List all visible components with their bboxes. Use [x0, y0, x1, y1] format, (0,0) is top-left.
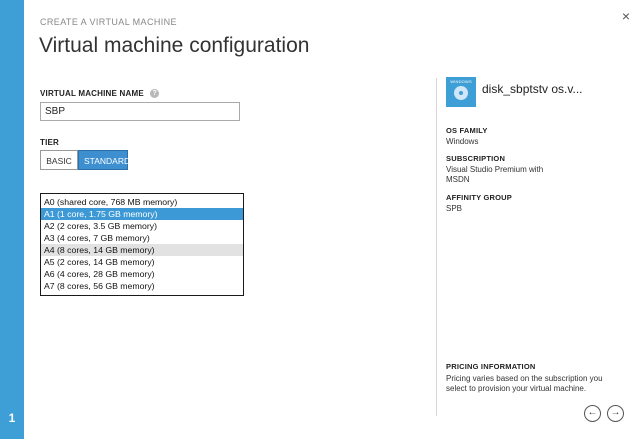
os-family-value: Windows	[446, 137, 479, 146]
vm-name-label-text: VIRTUAL MACHINE NAME	[40, 89, 144, 98]
help-icon[interactable]: ?	[150, 89, 160, 99]
disc-hole	[459, 91, 463, 95]
affinity-group-label: AFFINITY GROUP	[446, 193, 512, 202]
back-arrow-icon[interactable]: ←	[584, 405, 601, 422]
tier-basic-button[interactable]: BASIC	[40, 150, 78, 170]
step-number: 1	[8, 411, 16, 425]
panel-divider	[436, 78, 437, 416]
disk-name: disk_sbptstv os.v...	[482, 82, 583, 96]
vm-name-label: VIRTUAL MACHINE NAME ?	[40, 89, 160, 99]
page-title: Virtual machine configuration	[39, 34, 310, 57]
tier-toggle: BASIC STANDARD	[40, 150, 130, 170]
size-option-a5[interactable]: A5 (2 cores, 14 GB memory)	[41, 256, 243, 268]
size-option-a7[interactable]: A7 (8 cores, 56 GB memory)	[41, 280, 243, 292]
subscription-value: Visual Studio Premium with MSDN	[446, 165, 544, 184]
tier-label: TIER	[40, 138, 60, 147]
size-option-a4[interactable]: A4 (8 cores, 14 GB memory)	[41, 244, 243, 256]
size-option-a3[interactable]: A3 (4 cores, 7 GB memory)	[41, 232, 243, 244]
vm-name-input[interactable]	[40, 102, 240, 121]
affinity-group-value: SPB	[446, 204, 463, 213]
size-option-a6[interactable]: A6 (4 cores, 28 GB memory)	[41, 268, 243, 280]
tier-standard-button[interactable]: STANDARD	[78, 150, 130, 170]
windows-disk-icon: WINDOWS	[446, 77, 476, 107]
disk-icon-label: WINDOWS	[450, 79, 472, 84]
wizard-eyebrow: CREATE A VIRTUAL MACHINE	[40, 17, 177, 27]
subscription-label: SUBSCRIPTION	[446, 154, 506, 163]
next-arrow-icon[interactable]: →	[607, 405, 624, 422]
size-option-a2[interactable]: A2 (2 cores, 3.5 GB memory)	[41, 220, 243, 232]
close-icon[interactable]: ×	[622, 8, 630, 24]
os-family-label: OS FAMILY	[446, 126, 488, 135]
size-option-a1[interactable]: A1 (1 core, 1.75 GB memory)	[41, 208, 243, 220]
pricing-text: Pricing varies based on the subscription…	[446, 374, 603, 393]
wizard-step-bar: 1	[0, 0, 24, 439]
vm-size-list[interactable]: A0 (shared core, 768 MB memory) A1 (1 co…	[40, 193, 244, 296]
pricing-label: PRICING INFORMATION	[446, 362, 536, 371]
size-option-a0[interactable]: A0 (shared core, 768 MB memory)	[41, 196, 243, 208]
